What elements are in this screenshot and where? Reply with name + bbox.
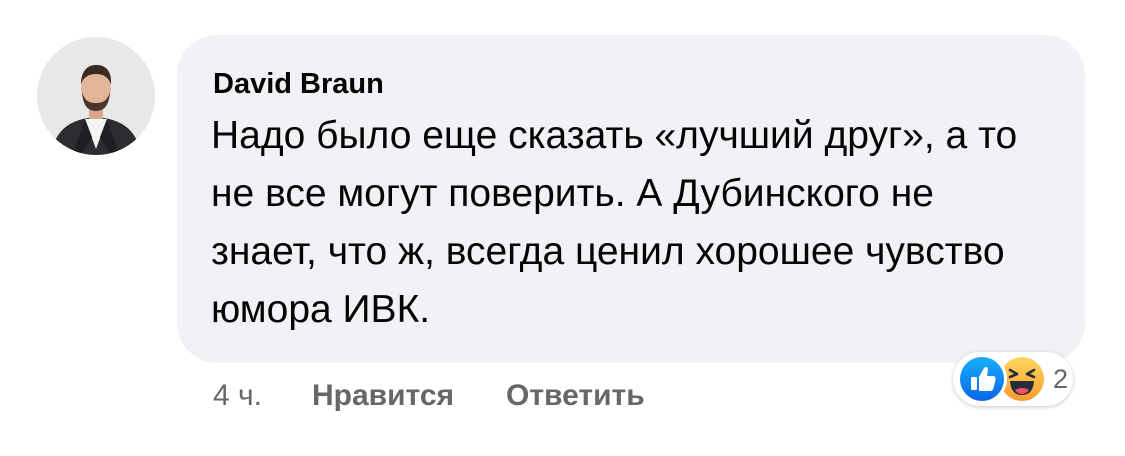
- like-icon: [957, 354, 1007, 404]
- like-button[interactable]: Нравится: [312, 379, 454, 413]
- reply-button[interactable]: Ответить: [506, 379, 645, 413]
- comment-timestamp[interactable]: 4 ч.: [213, 379, 262, 413]
- person-photo: [37, 37, 155, 155]
- comment-author[interactable]: David Braun: [213, 67, 1051, 101]
- comment-bubble: David Braun Надо было еще сказать «лучши…: [177, 35, 1085, 363]
- reactions-summary[interactable]: 2: [953, 352, 1073, 406]
- reaction-count: 2: [1053, 363, 1069, 394]
- comment-text: Надо было еще сказать «лучший друг», а т…: [211, 114, 1018, 331]
- comment-actions: 4 ч. Нравится Ответить: [213, 374, 697, 418]
- avatar[interactable]: [37, 37, 155, 155]
